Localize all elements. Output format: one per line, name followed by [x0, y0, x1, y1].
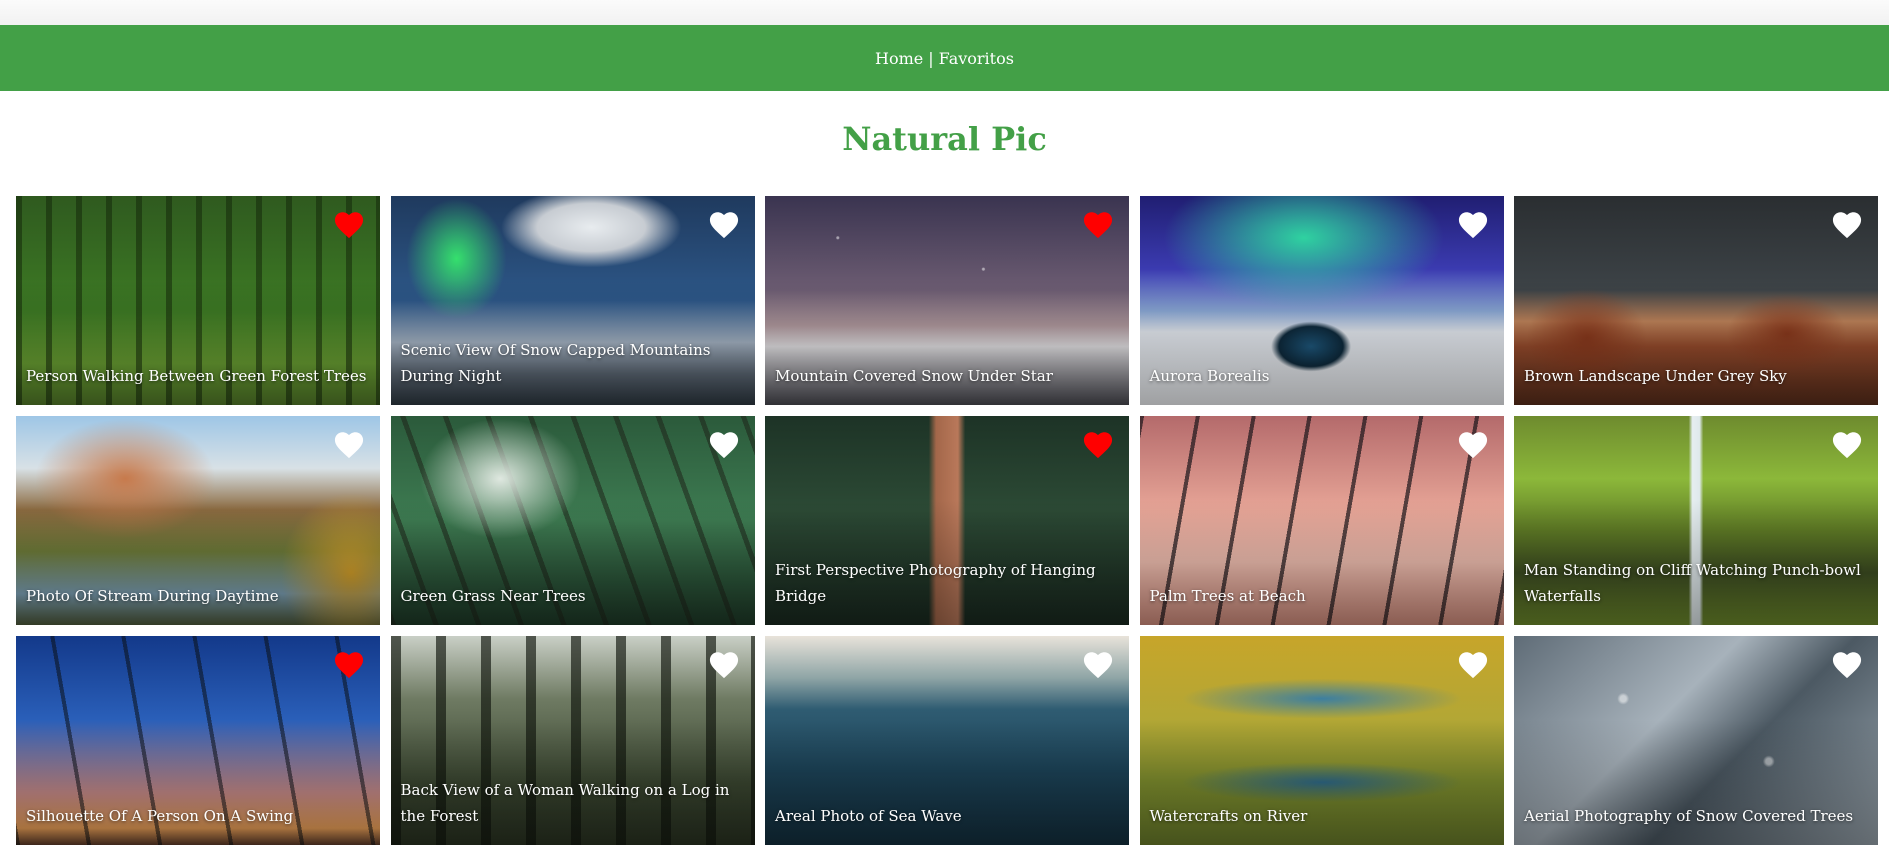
favorite-heart-icon[interactable] [1081, 208, 1115, 239]
favorite-heart-icon[interactable] [1830, 648, 1864, 679]
photo-card[interactable]: Watercrafts on River [1139, 636, 1504, 845]
photo-caption: Brown Landscape Under Grey Sky [1524, 367, 1787, 385]
photo-caption: First Perspective Photography of Hanging… [775, 561, 1096, 605]
photo-caption: Mountain Covered Snow Under Star [775, 367, 1053, 385]
photo-card[interactable]: Scenic View Of Snow Capped Mountains Dur… [390, 196, 755, 405]
photo-caption: Back View of a Woman Walking on a Log in… [400, 781, 730, 825]
nav-home-link[interactable]: Home [875, 49, 923, 68]
favorite-heart-icon[interactable] [1456, 208, 1490, 239]
photo-caption: Areal Photo of Sea Wave [775, 807, 962, 825]
favorite-heart-icon[interactable] [1081, 648, 1115, 679]
navbar: Home | Favoritos [0, 25, 1889, 91]
photo-card[interactable]: Green Grass Near Trees [390, 416, 755, 625]
favorite-heart-icon[interactable] [707, 208, 741, 239]
favorite-heart-icon[interactable] [1081, 428, 1115, 459]
nav-favorites-link[interactable]: Favoritos [939, 49, 1014, 68]
photo-card[interactable]: Photo Of Stream During Daytime [16, 416, 380, 625]
photo-card[interactable]: Palm Trees at Beach [1139, 416, 1504, 625]
photo-caption: Silhouette Of A Person On A Swing [26, 807, 294, 825]
favorite-heart-icon[interactable] [332, 428, 366, 459]
favorite-heart-icon[interactable] [1456, 648, 1490, 679]
favorite-heart-icon[interactable] [332, 208, 366, 239]
photo-caption: Aerial Photography of Snow Covered Trees [1524, 807, 1854, 825]
photo-card[interactable]: Man Standing on Cliff Watching Punch-bow… [1514, 416, 1878, 625]
photo-caption: Scenic View Of Snow Capped Mountains Dur… [400, 341, 711, 385]
photo-caption: Palm Trees at Beach [1149, 587, 1306, 605]
photo-card[interactable]: Aerial Photography of Snow Covered Trees [1514, 636, 1878, 845]
photo-caption: Person Walking Between Green Forest Tree… [26, 367, 367, 385]
photo-caption: Photo Of Stream During Daytime [26, 587, 279, 605]
photo-card[interactable]: Back View of a Woman Walking on a Log in… [390, 636, 755, 845]
favorite-heart-icon[interactable] [1456, 428, 1490, 459]
photo-card[interactable]: Silhouette Of A Person On A Swing [16, 636, 380, 845]
photo-caption: Green Grass Near Trees [400, 587, 586, 605]
browser-top-strip [0, 0, 1889, 25]
favorite-heart-icon[interactable] [1830, 208, 1864, 239]
favorite-heart-icon[interactable] [1830, 428, 1864, 459]
photo-caption: Watercrafts on River [1149, 807, 1308, 825]
photo-card[interactable]: Areal Photo of Sea Wave [765, 636, 1129, 845]
photo-caption: Aurora Borealis [1149, 367, 1270, 385]
photo-card[interactable]: Brown Landscape Under Grey Sky [1514, 196, 1878, 405]
photo-card[interactable]: Aurora Borealis [1139, 196, 1504, 405]
page-title: Natural Pic [842, 120, 1047, 158]
photo-card[interactable]: Person Walking Between Green Forest Tree… [16, 196, 380, 405]
favorite-heart-icon[interactable] [707, 428, 741, 459]
photo-gallery: Person Walking Between Green Forest Tree… [0, 196, 1889, 845]
nav-separator: | [928, 48, 934, 68]
photo-card[interactable]: First Perspective Photography of Hanging… [765, 416, 1129, 625]
favorite-heart-icon[interactable] [707, 648, 741, 679]
photo-caption: Man Standing on Cliff Watching Punch-bow… [1524, 561, 1861, 605]
favorite-heart-icon[interactable] [332, 648, 366, 679]
photo-card[interactable]: Mountain Covered Snow Under Star [765, 196, 1129, 405]
